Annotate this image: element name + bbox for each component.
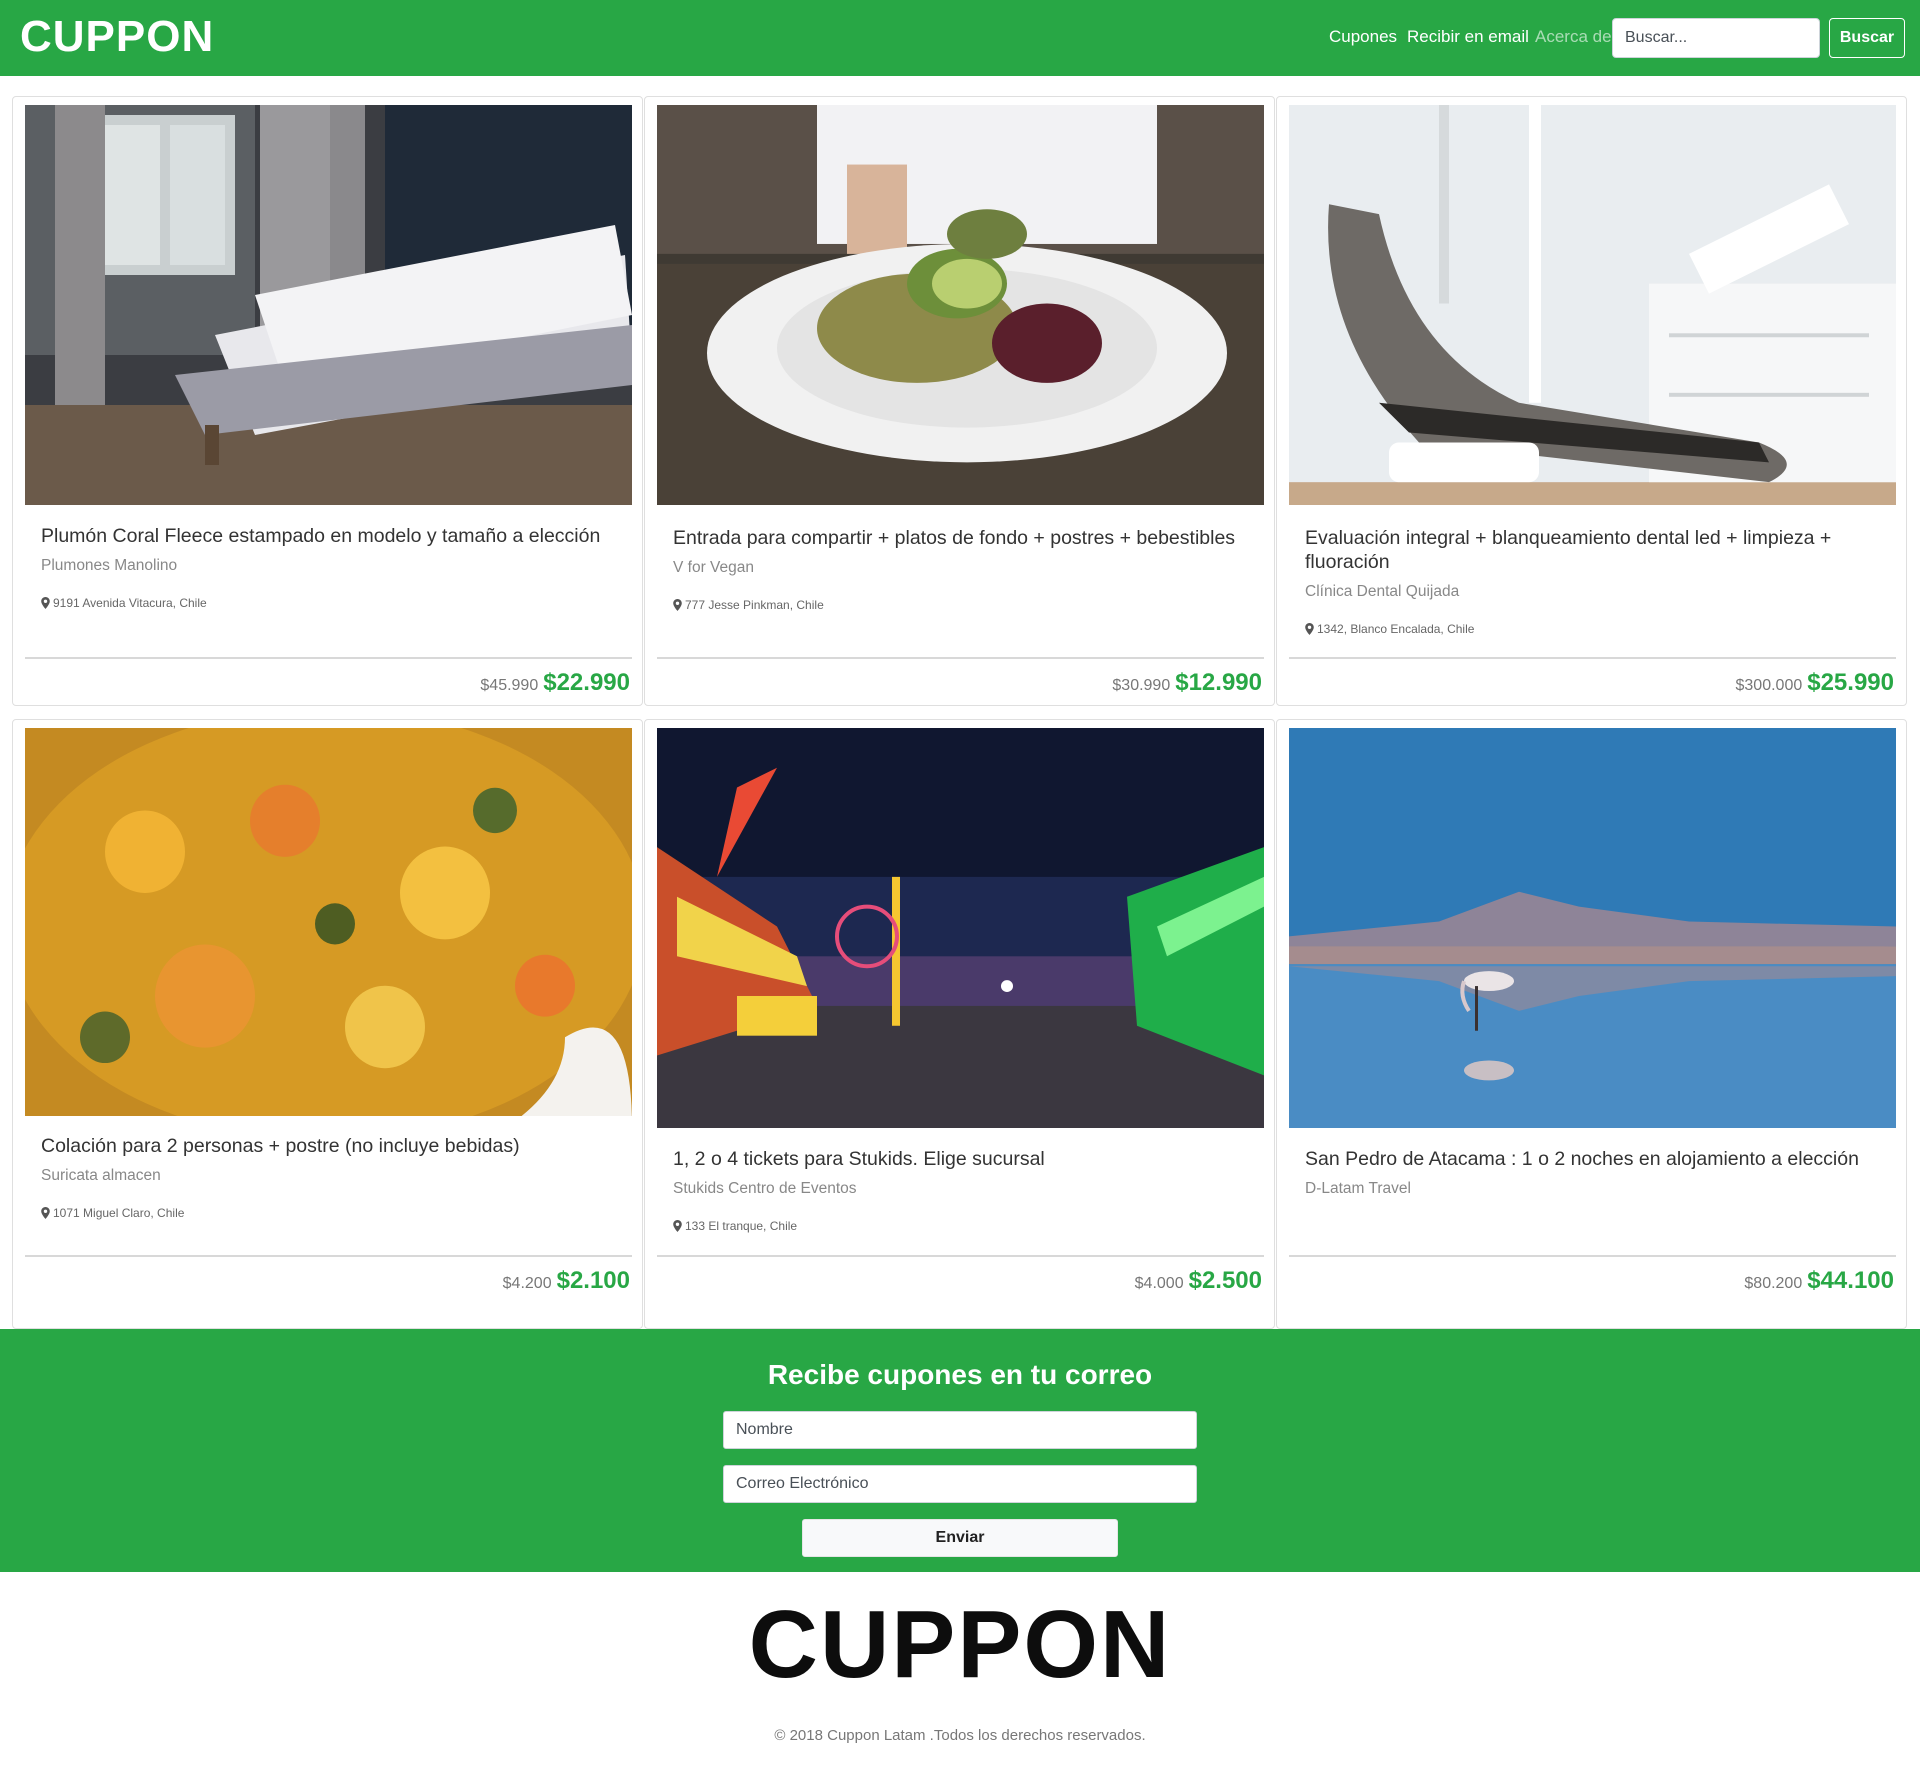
coupon-card[interactable]: Colación para 2 personas + postre (no in… xyxy=(12,719,643,1329)
card-divider xyxy=(1289,657,1896,659)
map-pin-icon xyxy=(41,597,50,609)
card-divider xyxy=(657,657,1264,659)
card-divider xyxy=(25,1255,632,1257)
price-old: $4.200 xyxy=(502,1275,552,1292)
price-new: $2.500 xyxy=(1188,1267,1262,1294)
card-address: 133 El tranque, Chile xyxy=(673,1219,797,1233)
map-pin-icon xyxy=(1305,623,1314,635)
nav-link-recibir-email[interactable]: Recibir en email xyxy=(1407,27,1529,47)
card-vendor: V for Vegan xyxy=(673,559,755,576)
rice-dish-photo[interactable] xyxy=(25,728,632,1116)
card-vendor: Stukids Centro de Eventos xyxy=(673,1180,857,1197)
card-prices: $4.200 $2.100 xyxy=(503,1267,630,1295)
price-old: $4.000 xyxy=(1134,1275,1184,1292)
card-vendor: Plumones Manolino xyxy=(41,557,178,574)
submit-button[interactable]: Enviar xyxy=(802,1519,1118,1557)
price-old: $30.990 xyxy=(1112,677,1171,694)
nav-link-acerca-de[interactable]: Acerca de xyxy=(1535,27,1612,47)
nav-link-cupones[interactable]: Cupones xyxy=(1329,27,1397,47)
card-title[interactable]: Colación para 2 personas + postre (no in… xyxy=(41,1134,616,1158)
coupon-card[interactable]: Entrada para compartir + platos de fondo… xyxy=(644,96,1275,706)
coupon-card[interactable]: Evaluación integral + blanqueamiento den… xyxy=(1276,96,1907,706)
card-address: 9191 Avenida Vitacura, Chile xyxy=(41,596,207,610)
card-title[interactable]: Evaluación integral + blanqueamiento den… xyxy=(1305,526,1880,574)
card-divider xyxy=(1289,1255,1896,1257)
flamingo-lake-photo[interactable] xyxy=(1289,728,1896,1131)
card-address-text: 1342, Blanco Encalada, Chile xyxy=(1317,622,1475,636)
card-vendor: D-Latam Travel xyxy=(1305,1180,1411,1197)
card-address: 1342, Blanco Encalada, Chile xyxy=(1305,622,1474,636)
navbar: CUPPON Cupones Recibir en email Acerca d… xyxy=(0,0,1920,76)
card-address: 777 Jesse Pinkman, Chile xyxy=(673,598,824,612)
coupon-card[interactable]: 1, 2 o 4 tickets para Stukids. Elige suc… xyxy=(644,719,1275,1329)
price-new: $22.990 xyxy=(543,669,630,696)
price-old: $80.200 xyxy=(1744,1275,1803,1292)
footer-copyright: © 2018 Cuppon Latam .Todos los derechos … xyxy=(774,1727,1146,1744)
map-pin-icon xyxy=(41,1207,50,1219)
card-title[interactable]: 1, 2 o 4 tickets para Stukids. Elige suc… xyxy=(673,1147,1248,1171)
price-new: $12.990 xyxy=(1175,669,1262,696)
card-address-text: 1071 Miguel Claro, Chile xyxy=(53,1206,185,1220)
price-new: $2.100 xyxy=(556,1267,630,1294)
card-address-text: 777 Jesse Pinkman, Chile xyxy=(685,598,824,612)
name-field[interactable] xyxy=(723,1411,1197,1449)
card-address-text: 133 El tranque, Chile xyxy=(685,1219,798,1233)
map-pin-icon xyxy=(673,599,682,611)
newsletter-title: Recibe cupones en tu correo xyxy=(767,1359,1153,1390)
card-title[interactable]: Plumón Coral Fleece estampado en modelo … xyxy=(41,524,616,548)
card-prices: $30.990 $12.990 xyxy=(1112,669,1262,697)
card-title[interactable]: Entrada para compartir + platos de fondo… xyxy=(673,526,1248,550)
fairground-night-photo[interactable] xyxy=(657,728,1264,1131)
footer-logo: CUPPON xyxy=(748,1591,1172,1698)
card-prices: $4.000 $2.500 xyxy=(1135,1267,1262,1295)
card-divider xyxy=(25,657,632,659)
price-old: $300.000 xyxy=(1735,677,1803,694)
bedroom-photo[interactable] xyxy=(25,105,632,506)
search-button[interactable]: Buscar xyxy=(1829,18,1905,58)
brand-logo[interactable]: CUPPON xyxy=(20,12,214,62)
coupon-card[interactable]: Plumón Coral Fleece estampado en modelo … xyxy=(12,96,643,706)
email-field[interactable] xyxy=(723,1465,1197,1503)
price-old: $45.990 xyxy=(480,677,539,694)
card-vendor: Clínica Dental Quijada xyxy=(1305,583,1460,600)
card-address: 1071 Miguel Claro, Chile xyxy=(41,1206,184,1220)
card-address-text: 9191 Avenida Vitacura, Chile xyxy=(53,596,207,610)
price-new: $25.990 xyxy=(1807,669,1894,696)
card-prices: $80.200 $44.100 xyxy=(1744,1267,1894,1295)
price-new: $44.100 xyxy=(1807,1267,1894,1294)
card-divider xyxy=(657,1255,1264,1257)
card-title[interactable]: San Pedro de Atacama : 1 o 2 noches en a… xyxy=(1305,1147,1880,1171)
newsletter-section: Recibe cupones en tu correo Enviar xyxy=(0,1329,1920,1572)
salad-plate-photo[interactable] xyxy=(657,105,1264,508)
card-vendor: Suricata almacen xyxy=(41,1167,161,1184)
map-pin-icon xyxy=(673,1220,682,1232)
search-input[interactable] xyxy=(1612,18,1820,58)
coupon-card[interactable]: San Pedro de Atacama : 1 o 2 noches en a… xyxy=(1276,719,1907,1329)
dental-chair-photo[interactable] xyxy=(1289,105,1896,508)
card-prices: $300.000 $25.990 xyxy=(1736,669,1895,697)
card-prices: $45.990 $22.990 xyxy=(480,669,630,697)
